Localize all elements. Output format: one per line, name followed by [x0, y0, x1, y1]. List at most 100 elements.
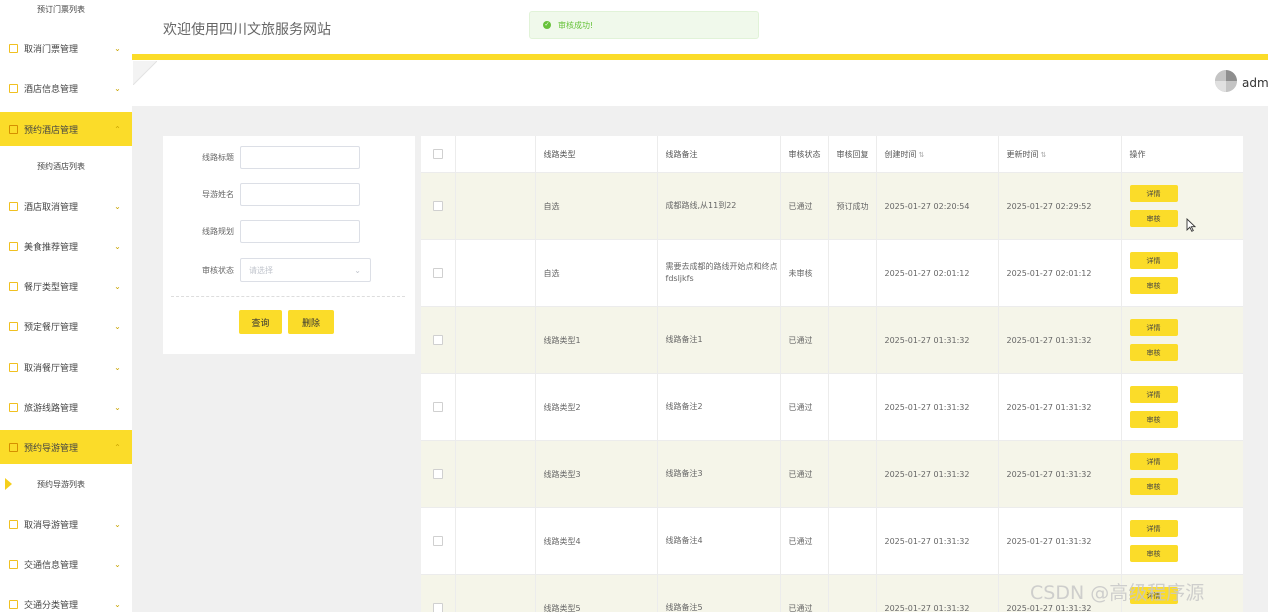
- review-button[interactable]: 审核: [1129, 344, 1178, 361]
- sidebar-item-restaurant-type[interactable]: 餐厅类型管理 ⌄: [0, 269, 132, 303]
- review-reply-cell: [828, 507, 877, 575]
- chevron-up-icon: ⌃: [114, 124, 121, 134]
- row-checkbox[interactable]: [432, 536, 443, 546]
- username[interactable]: admi: [1242, 76, 1268, 90]
- sidebar-item-hotel-cancel[interactable]: 酒店取消管理 ⌄: [0, 189, 132, 223]
- review-button[interactable]: 审核: [1129, 545, 1178, 562]
- folder-icon: [9, 281, 18, 291]
- created-time-cell: 2025-01-27 01:31:32: [876, 373, 999, 441]
- row-checkbox[interactable]: [432, 201, 443, 211]
- table-row: 自选 需要去成都的路线开始点和终点fdsljkfs 未审核 2025-01-27…: [421, 239, 1243, 307]
- sidebar-item-guide-booking[interactable]: 预约导游管理 ⌃: [0, 430, 132, 464]
- review-reply-cell: [828, 574, 877, 612]
- review-status-cell: 已通过: [780, 574, 829, 612]
- sidebar-subitem-guide-list[interactable]: 预约导游列表: [0, 471, 132, 497]
- guide-name-input[interactable]: [240, 183, 360, 206]
- chevron-down-icon: ⌄: [114, 321, 121, 331]
- sidebar-item-label: 美食推荐管理: [24, 242, 79, 253]
- actions-cell: 详情审核: [1121, 507, 1243, 575]
- row-checkbox-cell: [421, 239, 456, 307]
- sidebar-subitem-label: 预约导游列表: [37, 479, 85, 489]
- route-plan-input[interactable]: [240, 220, 360, 243]
- collapse-sidebar-icon[interactable]: [133, 61, 157, 85]
- created-time-cell: 2025-01-27 02:20:54: [876, 172, 999, 240]
- sort-icon[interactable]: ⇅: [919, 151, 925, 159]
- chevron-down-icon: ⌄: [114, 402, 121, 412]
- table-row: 自选 成都路线,从11到22 已通过 预订成功 2025-01-27 02:20…: [421, 172, 1243, 240]
- review-button[interactable]: 审核: [1129, 411, 1178, 428]
- sidebar-item-restaurant-booking[interactable]: 预定餐厅管理 ⌄: [0, 309, 132, 343]
- created-time-cell: 2025-01-27 01:31:32: [876, 306, 999, 374]
- created-time-cell: 2025-01-27 02:01:12: [876, 239, 999, 307]
- review-reply-cell: [828, 306, 877, 374]
- detail-button[interactable]: 详情: [1129, 185, 1178, 202]
- route-note-cell: 线路备注2: [657, 373, 781, 441]
- detail-button[interactable]: 详情: [1129, 319, 1178, 336]
- route-title-input[interactable]: [240, 146, 360, 169]
- row-checkbox-cell: [421, 306, 456, 374]
- chevron-down-icon: ⌄: [114, 281, 121, 291]
- delete-button[interactable]: 删除: [288, 310, 334, 334]
- sidebar-subitem-hotel-list[interactable]: 预约酒店列表: [0, 153, 132, 179]
- review-status-cell: 未审核: [780, 239, 829, 307]
- review-button[interactable]: 审核: [1129, 478, 1178, 495]
- sidebar-item-label: 取消门票管理: [24, 44, 79, 55]
- route-note-cell: 线路备注5: [657, 574, 781, 612]
- chevron-down-icon: ⌄: [114, 43, 121, 53]
- sidebar-subitem-label: 预约酒店列表: [37, 161, 85, 171]
- review-button[interactable]: 审核: [1129, 210, 1178, 227]
- folder-icon: [9, 83, 18, 93]
- row-checkbox[interactable]: [432, 469, 443, 479]
- folder-icon: [9, 321, 18, 331]
- created-time-cell: 2025-01-27 01:31:32: [876, 440, 999, 508]
- sidebar-subitem-ticket-list[interactable]: 预订门票列表: [0, 0, 132, 22]
- review-status-cell: 已通过: [780, 440, 829, 508]
- avatar[interactable]: [1215, 70, 1237, 92]
- detail-button[interactable]: 详情: [1129, 252, 1178, 269]
- sidebar-item-hotel-info[interactable]: 酒店信息管理 ⌄: [0, 71, 132, 105]
- row-checkbox[interactable]: [432, 402, 443, 412]
- table-row: 线路类型3 线路备注3 已通过 2025-01-27 01:31:32 2025…: [421, 440, 1243, 508]
- sidebar: 预订门票列表 取消门票管理 ⌄ 酒店信息管理 ⌄ 预约酒店管理 ⌃ 预约酒店列表 酒店…: [0, 0, 132, 612]
- actions-cell: 详情审核: [1121, 306, 1243, 374]
- sort-icon[interactable]: ⇅: [1041, 151, 1047, 159]
- sidebar-item-hotel-booking[interactable]: 预约酒店管理 ⌃: [0, 112, 132, 146]
- review-reply-cell: [828, 373, 877, 441]
- sidebar-item-traffic-category[interactable]: 交通分类管理 ⌄: [0, 587, 132, 612]
- chevron-down-icon: ⌄: [114, 559, 121, 569]
- row-checkbox[interactable]: [432, 603, 443, 612]
- sidebar-item-label: 餐厅类型管理: [24, 282, 79, 293]
- sidebar-item-restaurant-cancel[interactable]: 取消餐厅管理 ⌄: [0, 350, 132, 384]
- divider: [171, 296, 405, 297]
- detail-button[interactable]: 详情: [1129, 453, 1178, 470]
- header: 欢迎使用四川文旅服务网站 ✓ 审核成功!: [132, 0, 1268, 54]
- col-updated-time[interactable]: 更新时间 ⇅: [998, 136, 1122, 173]
- review-status-select[interactable]: 请选择 ⌄: [240, 258, 371, 282]
- detail-button[interactable]: 详情: [1129, 386, 1178, 403]
- sidebar-item-label: 酒店取消管理: [24, 202, 79, 213]
- route-type-cell: 自选: [535, 239, 658, 307]
- actions-cell: 详情审核: [1121, 172, 1243, 240]
- row-checkbox[interactable]: [432, 268, 443, 278]
- sidebar-item-tour-route[interactable]: 旅游线路管理 ⌄: [0, 390, 132, 424]
- review-button[interactable]: 审核: [1129, 277, 1178, 294]
- sidebar-item-label: 酒店信息管理: [24, 84, 79, 95]
- chevron-down-icon: ⌄: [114, 519, 121, 529]
- blank-cell: [455, 373, 536, 441]
- sidebar-item-label: 预约酒店管理: [24, 125, 79, 136]
- updated-time-cell: 2025-01-27 02:01:12: [998, 239, 1122, 307]
- sidebar-item-food[interactable]: 美食推荐管理 ⌄: [0, 229, 132, 263]
- table-row: 线路类型2 线路备注2 已通过 2025-01-27 01:31:32 2025…: [421, 373, 1243, 441]
- select-all-checkbox[interactable]: [432, 149, 443, 159]
- route-note-cell: 线路备注1: [657, 306, 781, 374]
- sidebar-item-cancel-ticket[interactable]: 取消门票管理 ⌄: [0, 31, 132, 65]
- col-created-time[interactable]: 创建时间 ⇅: [876, 136, 999, 173]
- row-checkbox-cell: [421, 172, 456, 240]
- sidebar-item-guide-cancel[interactable]: 取消导游管理 ⌄: [0, 507, 132, 541]
- detail-button[interactable]: 详情: [1129, 520, 1178, 537]
- sidebar-item-traffic-info[interactable]: 交通信息管理 ⌄: [0, 547, 132, 581]
- query-button[interactable]: 查询: [239, 310, 282, 334]
- row-checkbox[interactable]: [432, 335, 443, 345]
- search-panel: 线路标题 导游姓名 线路规划 审核状态 请选择 ⌄ 查询 删除: [163, 136, 415, 354]
- sidebar-item-label: 预定餐厅管理: [24, 322, 79, 333]
